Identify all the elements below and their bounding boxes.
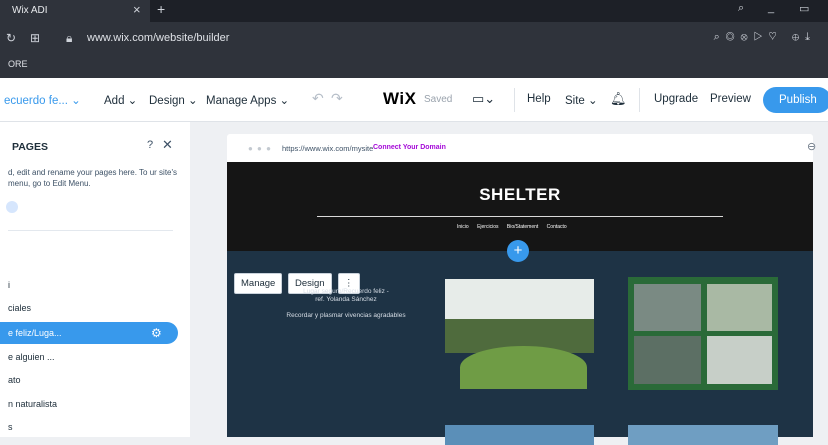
address-bar-icons[interactable]: ⌕◎⊗▷♡ ⊕⤓	[714, 31, 816, 44]
preview-button[interactable]: Preview	[710, 93, 751, 105]
preview-url-bar: ● ● ● https://www.wix.com/mysite Connect…	[241, 141, 799, 157]
info-icon[interactable]	[6, 201, 18, 213]
site-menu-item[interactable]: Inicio	[457, 224, 469, 230]
site-title[interactable]: SHELTER	[227, 185, 813, 205]
publish-button[interactable]: Publish	[763, 87, 828, 113]
browser-tab[interactable]: Wix ADI ×	[0, 0, 150, 22]
connect-domain-link[interactable]: Connect Your Domain	[373, 144, 446, 151]
bio-description[interactable]: Recordar y plasmar vivencias agradables	[266, 312, 426, 320]
page-item[interactable]: ciales	[0, 298, 178, 318]
bookmark-item[interactable]: ORE	[8, 59, 28, 69]
close-icon[interactable]: ✕	[162, 137, 173, 153]
site-menu-item[interactable]: Ejercicios	[477, 224, 498, 230]
site-preview-frame: ● ● ● https://www.wix.com/mysite Connect…	[227, 134, 816, 445]
address-field[interactable]: www.wix.com/website/builder	[87, 32, 229, 44]
pages-panel: PAGES ? ✕ d, edit and rename your pages …	[0, 122, 190, 437]
divider	[514, 88, 515, 112]
reload-icon[interactable]: ↻	[6, 31, 16, 45]
browser-tab-bar: Wix ADI × + ⌕ _ ▭	[0, 0, 828, 22]
panel-description: d, edit and rename your pages here. To u…	[8, 168, 178, 188]
divider	[639, 88, 640, 112]
divider	[8, 230, 173, 231]
manage-apps-menu[interactable]: Manage Apps ⌄	[206, 93, 289, 107]
search-icon[interactable]: ⌕	[738, 2, 744, 15]
collage-photo-lake	[634, 284, 701, 331]
page-item[interactable]: ato	[0, 370, 178, 390]
collage-photo-people	[634, 336, 701, 384]
bio-title-line1[interactable]: Lugar seguro/Recuerdo feliz -	[266, 288, 426, 296]
panel-title: PAGES	[12, 141, 48, 153]
restore-icon[interactable]: ▭	[799, 2, 809, 15]
editor-canvas: ● ● ● https://www.wix.com/mysite Connect…	[190, 122, 828, 445]
page-item[interactable]: s	[0, 417, 178, 437]
speed-dial-icon[interactable]: ⊞	[30, 31, 40, 45]
tab-title: Wix ADI	[12, 5, 48, 16]
wix-top-bar: ecuerdo fe... ⌄ Add ⌄ Design ⌄ Manage Ap…	[0, 78, 828, 122]
redo-icon[interactable]: ↷	[331, 90, 343, 107]
site-menu-item[interactable]: Contacto	[547, 224, 567, 230]
wix-logo: WiX	[383, 89, 417, 108]
undo-icon[interactable]: ↶	[312, 90, 324, 107]
preview-url: https://www.wix.com/mysite	[282, 144, 374, 153]
address-bar: ↻ ⊞ 🔒︎ www.wix.com/website/builder ⌕◎⊗▷♡…	[0, 22, 828, 56]
site-menu[interactable]: Site ⌄	[565, 93, 598, 107]
add-section-icon[interactable]: +	[507, 240, 529, 262]
site-header[interactable]: SHELTER Inicio Ejercicios Bio/Statement …	[227, 162, 813, 251]
site-menu[interactable]: Inicio Ejercicios Bio/Statement Contacto	[457, 224, 574, 230]
landscape-photo[interactable]	[445, 279, 594, 391]
new-tab-icon[interactable]: +	[157, 0, 165, 19]
photo-lawn	[459, 346, 587, 389]
minimize-icon[interactable]: _	[768, 2, 774, 14]
page-item[interactable]: n naturalista	[0, 394, 178, 414]
help-menu[interactable]: Help	[527, 93, 551, 105]
lock-icon: 🔒︎	[66, 31, 73, 45]
page-item[interactable]: e alguien ...	[0, 347, 178, 367]
page-item-selected[interactable]: e feliz/Luga... ⚙	[0, 322, 178, 344]
collage-photo-portrait	[707, 284, 772, 331]
gear-icon[interactable]: ⚙	[151, 322, 162, 344]
add-menu[interactable]: Add ⌄	[104, 93, 137, 107]
page-item[interactable]: i	[0, 275, 178, 295]
photo-collage[interactable]	[628, 277, 778, 390]
zoom-icon[interactable]: ⊖	[807, 140, 816, 153]
header-line	[317, 216, 723, 217]
site-section[interactable]: Manage Design ⋮ Lugar seguro/Recuerdo fe…	[227, 251, 813, 445]
bio-title-line2[interactable]: ref. Yolanda Sánchez	[266, 296, 426, 304]
tab-close-icon[interactable]: ×	[133, 0, 141, 20]
bookmarks-bar: ORE	[0, 56, 828, 78]
desktop-view-icon[interactable]: ▭⌄	[472, 91, 495, 107]
window-dots-icon: ● ● ●	[248, 144, 272, 153]
next-row-photo[interactable]	[445, 425, 594, 445]
collage-photo-house	[707, 336, 772, 384]
design-menu[interactable]: Design ⌄	[149, 93, 198, 107]
page-selector[interactable]: ecuerdo fe... ⌄	[4, 93, 81, 107]
upgrade-button[interactable]: Upgrade	[654, 93, 698, 105]
help-icon[interactable]: ?	[147, 139, 153, 151]
next-row-photo[interactable]	[628, 425, 778, 445]
site-menu-item[interactable]: Bio/Statement	[507, 224, 538, 230]
page-item-label: e feliz/Luga...	[8, 328, 62, 338]
notifications-icon[interactable]: 🔔︎	[610, 91, 627, 107]
saved-status: Saved	[424, 94, 453, 105]
